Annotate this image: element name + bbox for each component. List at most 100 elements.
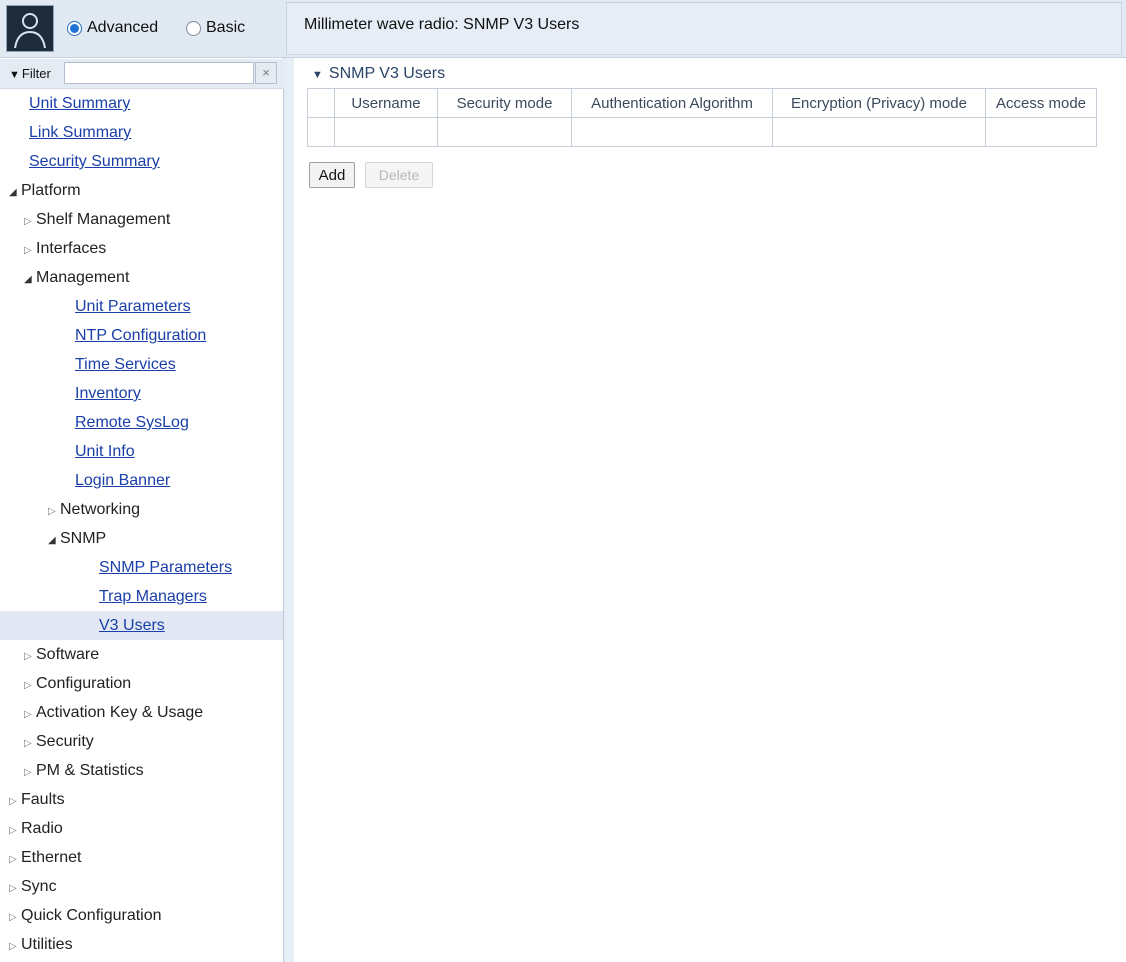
table-cell[interactable] [307,117,335,147]
add-button[interactable]: Add [309,162,355,188]
sidebar-link-label[interactable]: Unit Parameters [75,298,191,315]
mode-basic-label: Basic [206,19,246,36]
filter-row: ▼ Filter × [0,59,284,89]
sidebar-link-label[interactable]: Time Services [75,356,176,373]
filter-input[interactable] [64,62,254,84]
table-cell[interactable] [571,117,773,147]
column-header-encryption-mode[interactable]: Encryption (Privacy) mode [772,88,986,118]
filter-label: Filter [21,66,51,81]
sidebar-link-label[interactable]: Inventory [75,385,141,402]
collapsed-arrow-icon[interactable]: ▷ [24,758,36,787]
sidebar-item-label: SNMP [60,530,107,547]
sidebar-link-label[interactable]: Trap Managers [99,588,207,605]
sidebar-item-label: PM & Statistics [36,762,144,779]
section-toggle[interactable]: ▼ SNMP V3 Users [312,65,445,83]
collapsed-arrow-icon[interactable]: ▷ [9,816,21,845]
mode-advanced-radio[interactable]: Advanced [67,19,158,37]
mode-advanced-label: Advanced [87,19,159,36]
sidebar-item-sync[interactable]: ▷ Sync [0,872,283,901]
collapsed-arrow-icon[interactable]: ▷ [24,642,36,671]
sidebar-item-unit-parameters[interactable]: Unit Parameters [0,292,283,321]
collapsed-arrow-icon[interactable]: ▷ [24,671,36,700]
sidebar-item-time-services[interactable]: Time Services [0,350,283,379]
collapsed-arrow-icon[interactable]: ▷ [9,845,21,874]
expanded-arrow-icon[interactable]: ◢ [9,178,21,207]
table-row[interactable] [307,117,1097,147]
sidebar-item-remote-syslog[interactable]: Remote SysLog [0,408,283,437]
sidebar-item-ntp-configuration[interactable]: NTP Configuration [0,321,283,350]
sidebar-item-label: Software [36,646,100,663]
sidebar-item-ethernet[interactable]: ▷ Ethernet [0,843,283,872]
table-cell[interactable] [985,117,1097,147]
sidebar-item-shelf-management[interactable]: ▷ Shelf Management [0,205,283,234]
sidebar-item-networking[interactable]: ▷ Networking [0,495,283,524]
collapsed-arrow-icon[interactable]: ▷ [9,874,21,903]
sidebar-item-security[interactable]: ▷ Security [0,727,283,756]
sidebar-item-inventory[interactable]: Inventory [0,379,283,408]
collapsed-arrow-icon[interactable]: ▷ [9,903,21,932]
mode-basic-radio[interactable]: Basic [186,19,245,37]
panel-divider[interactable] [284,58,294,962]
collapsed-arrow-icon[interactable]: ▷ [24,700,36,729]
sidebar-link-label[interactable]: Unit Summary [29,95,130,112]
sidebar-link-label[interactable]: Unit Info [75,443,135,460]
table-cell[interactable] [437,117,572,147]
delete-button[interactable]: Delete [365,162,433,188]
column-header-security-mode[interactable]: Security mode [437,88,572,118]
sidebar-item-activation-key-and-usage[interactable]: ▷ Activation Key & Usage [0,698,283,727]
sidebar-item-security-summary[interactable]: Security Summary [0,147,283,176]
sidebar-item-pm-and-statistics[interactable]: ▷ PM & Statistics [0,756,283,785]
sidebar-item-platform[interactable]: ◢ Platform [0,176,283,205]
triangle-down-icon: ▼ [312,69,323,81]
user-icon[interactable] [6,5,54,52]
sidebar-item-label: Sync [21,878,57,895]
sidebar-link-label[interactable]: Link Summary [29,124,131,141]
sidebar-item-radio[interactable]: ▷ Radio [0,814,283,843]
radio-unselected-icon[interactable] [186,20,201,36]
close-icon: × [262,65,270,80]
sidebar-item-unit-info[interactable]: Unit Info [0,437,283,466]
sidebar-item-unit-summary[interactable]: Unit Summary [0,89,283,118]
column-header-authentication-algorithm[interactable]: Authentication Algorithm [571,88,773,118]
sidebar-item-software[interactable]: ▷ Software [0,640,283,669]
collapsed-arrow-icon[interactable]: ▷ [9,932,21,961]
filter-toggle[interactable]: ▼ Filter [9,66,51,81]
sidebar: Advanced Basic ▼ Filter × Unit Summary Lin… [0,0,284,962]
section-title: SNMP V3 Users [328,65,446,82]
sidebar-item-management[interactable]: ◢ Management [0,263,283,292]
sidebar-item-interfaces[interactable]: ▷ Interfaces [0,234,283,263]
sidebar-item-trap-managers[interactable]: Trap Managers [0,582,283,611]
sidebar-item-label: Interfaces [36,240,107,257]
sidebar-item-configuration[interactable]: ▷ Configuration [0,669,283,698]
sidebar-link-label[interactable]: SNMP Parameters [99,559,232,576]
page-header: Millimeter wave radio: SNMP V3 Users [284,0,1126,58]
collapsed-arrow-icon[interactable]: ▷ [24,207,36,236]
radio-selected-icon[interactable] [67,20,82,36]
sidebar-link-label[interactable]: Remote SysLog [75,414,189,431]
sidebar-item-utilities[interactable]: ▷ Utilities [0,930,283,959]
filter-clear-button[interactable]: × [255,62,277,84]
collapsed-arrow-icon[interactable]: ▷ [48,497,60,526]
sidebar-item-snmp-parameters[interactable]: SNMP Parameters [0,553,283,582]
sidebar-link-label[interactable]: NTP Configuration [75,327,206,344]
table-cell[interactable] [772,117,986,147]
sidebar-item-v3-users[interactable]: V3 Users [0,611,283,640]
sidebar-item-quick-configuration[interactable]: ▷ Quick Configuration [0,901,283,930]
sidebar-item-label: Configuration [36,675,132,692]
column-header-access-mode[interactable]: Access mode [985,88,1097,118]
content-area: ▼ SNMP V3 Users Username Security mode Au… [294,58,1126,962]
sidebar-item-login-banner[interactable]: Login Banner [0,466,283,495]
sidebar-item-link-summary[interactable]: Link Summary [0,118,283,147]
sidebar-link-label[interactable]: Security Summary [29,153,160,170]
sidebar-link-label[interactable]: Login Banner [75,472,170,489]
collapsed-arrow-icon[interactable]: ▷ [24,236,36,265]
sidebar-item-faults[interactable]: ▷ Faults [0,785,283,814]
table-cell[interactable] [334,117,438,147]
column-header-username[interactable]: Username [334,88,438,118]
expanded-arrow-icon[interactable]: ◢ [24,265,36,294]
expanded-arrow-icon[interactable]: ◢ [48,526,60,555]
sidebar-link-label[interactable]: V3 Users [99,617,165,634]
collapsed-arrow-icon[interactable]: ▷ [9,787,21,816]
collapsed-arrow-icon[interactable]: ▷ [24,729,36,758]
sidebar-item-snmp[interactable]: ◢ SNMP [0,524,283,553]
